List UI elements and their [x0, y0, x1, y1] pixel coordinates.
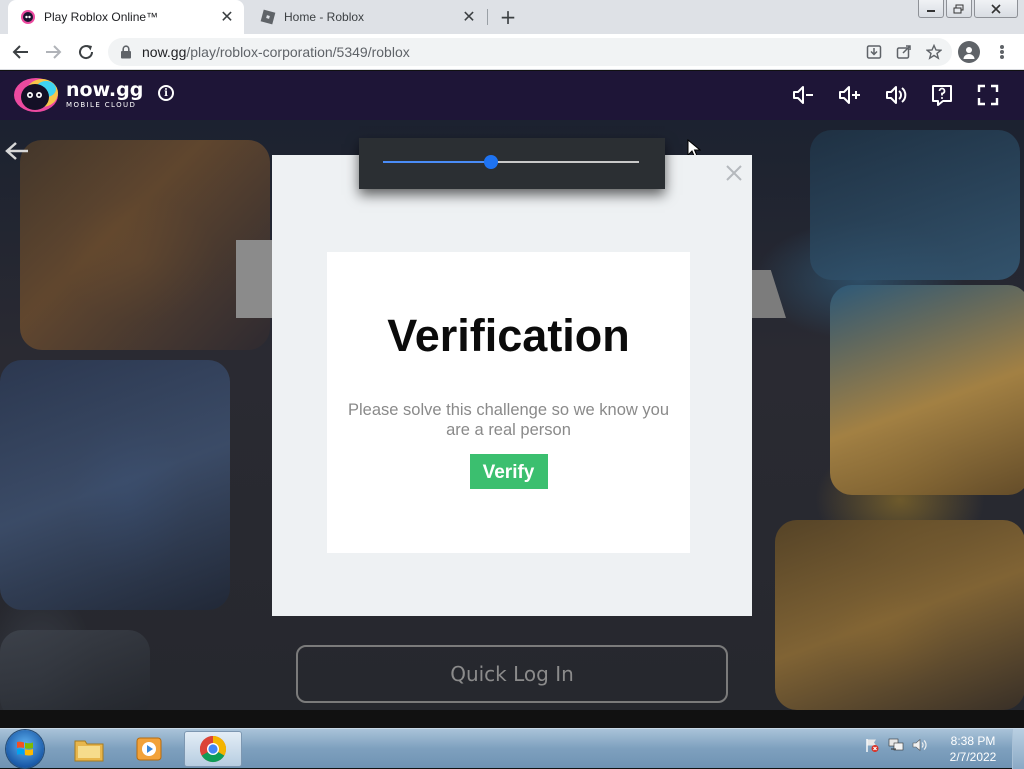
nowgg-mascot-icon	[14, 78, 58, 112]
volume-up-icon	[839, 86, 860, 104]
arrow-left-icon	[12, 45, 28, 59]
browser-menu-button[interactable]	[994, 42, 1010, 62]
verification-modal: Verification Please solve this challenge…	[272, 155, 752, 616]
chrome-icon	[199, 735, 227, 763]
volume-down-button[interactable]	[790, 82, 816, 108]
tab-separator	[487, 9, 488, 25]
start-button[interactable]	[6, 730, 44, 768]
network-icon[interactable]	[888, 737, 904, 753]
bg-title-graphic	[236, 240, 276, 318]
logo-tagline: MOBILE CLOUD	[66, 101, 137, 109]
url-path: /play/roblox-corporation/5349/roblox	[186, 44, 410, 60]
taskbar-explorer[interactable]	[60, 731, 118, 767]
action-center-flag-icon[interactable]	[864, 737, 880, 753]
speaker-icon[interactable]	[912, 737, 928, 753]
verify-button[interactable]: Verify	[469, 454, 548, 489]
taskbar-chrome[interactable]	[184, 731, 242, 767]
arrow-left-icon[interactable]	[4, 138, 30, 164]
volume-icon	[886, 86, 907, 104]
browser-toolbar: now.gg/play/roblox-corporation/5349/robl…	[0, 34, 1024, 70]
taskbar-media-player[interactable]	[120, 731, 178, 767]
verification-card: Verification Please solve this challenge…	[327, 252, 690, 553]
restore-icon	[953, 4, 964, 13]
address-bar[interactable]: now.gg/play/roblox-corporation/5349/robl…	[108, 38, 952, 66]
close-icon	[991, 3, 1001, 14]
bg-tile	[0, 630, 150, 710]
url-host: now.gg	[142, 44, 187, 60]
arrow-right-icon	[46, 45, 62, 59]
volume-up-button[interactable]	[836, 82, 862, 108]
volume-slider-popup	[359, 138, 665, 189]
close-window-button[interactable]	[974, 0, 1018, 18]
clock-time: 8:38 PM	[950, 734, 996, 748]
share-icon[interactable]	[896, 44, 912, 60]
lock-icon	[121, 45, 131, 59]
help-icon	[932, 85, 952, 106]
bg-tile	[775, 520, 1024, 710]
window-controls	[916, 0, 1024, 20]
fullscreen-button[interactable]	[975, 82, 1001, 108]
nowgg-favicon-icon	[21, 10, 35, 24]
info-icon: i	[164, 87, 168, 99]
nowgg-header: now.gg MOBILE CLOUD i	[0, 71, 1024, 120]
tab-strip: Play Roblox Online™ ✕ Home - Roblox ✕ +	[0, 0, 1024, 34]
install-icon[interactable]	[866, 44, 882, 60]
bg-title-graphic	[748, 270, 786, 318]
folder-icon	[74, 740, 104, 762]
tab-home-roblox[interactable]: Home - Roblox ✕	[250, 0, 486, 34]
logo-wordmark: now.gg	[66, 79, 144, 101]
game-viewport[interactable]: Quick Log In Verification Please solve t…	[0, 120, 1024, 710]
forward-button[interactable]	[40, 39, 66, 65]
minimize-icon	[927, 9, 935, 12]
back-button[interactable]	[8, 39, 34, 65]
show-desktop-button[interactable]	[1012, 729, 1024, 769]
help-button[interactable]	[929, 82, 955, 108]
roblox-favicon-icon	[260, 9, 276, 25]
bg-tile	[20, 140, 270, 350]
profile-button[interactable]	[958, 41, 980, 63]
reload-button[interactable]	[73, 39, 99, 65]
url-text: now.gg/play/roblox-corporation/5349/robl…	[142, 44, 410, 60]
restore-button[interactable]	[946, 0, 972, 18]
reload-icon	[79, 45, 94, 60]
fullscreen-icon	[977, 84, 999, 106]
tab-title: Home - Roblox	[284, 10, 365, 24]
bg-tile	[810, 130, 1020, 280]
quick-login-button[interactable]: Quick Log In	[296, 645, 728, 703]
bg-tile	[0, 360, 230, 610]
new-tab-button[interactable]: +	[496, 5, 520, 29]
person-icon	[963, 47, 975, 59]
close-icon[interactable]	[724, 163, 744, 183]
clock-date: 2/7/2022	[949, 750, 997, 764]
taskbar-clock[interactable]: 8:38 PM 2/7/2022	[940, 733, 1006, 765]
nowgg-logo[interactable]: now.gg MOBILE CLOUD	[12, 77, 143, 113]
minimize-button[interactable]	[918, 0, 944, 18]
volume-button[interactable]	[883, 82, 909, 108]
bookmark-star-icon[interactable]	[926, 44, 942, 60]
windows-logo-icon	[17, 741, 33, 756]
volume-slider-fill	[383, 161, 491, 163]
tab-play-roblox[interactable]: Play Roblox Online™ ✕	[8, 0, 244, 34]
volume-slider[interactable]	[383, 155, 639, 169]
verification-title: Verification	[387, 310, 630, 361]
media-player-icon	[136, 737, 162, 761]
verification-description: Please solve this challenge so we know y…	[347, 401, 670, 439]
info-button[interactable]: i	[158, 85, 174, 101]
close-tab-icon[interactable]: ✕	[460, 8, 478, 26]
system-tray	[864, 737, 928, 753]
windows-taskbar: 8:38 PM 2/7/2022	[0, 728, 1024, 769]
tab-title: Play Roblox Online™	[44, 10, 159, 24]
volume-slider-handle[interactable]	[483, 155, 498, 169]
bg-tile	[830, 285, 1024, 495]
close-tab-icon[interactable]: ✕	[218, 8, 236, 26]
volume-down-icon	[793, 86, 813, 104]
